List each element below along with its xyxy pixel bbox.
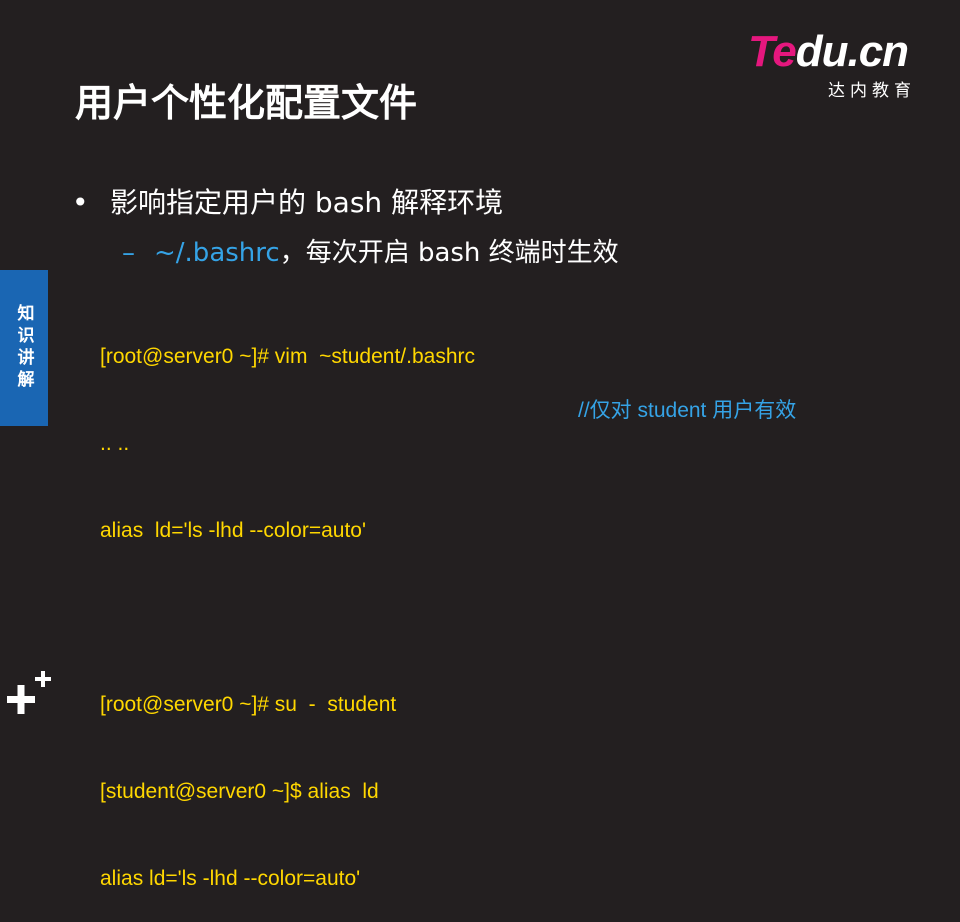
code-line: alias ld='ls -lhd --color=auto' xyxy=(100,867,361,890)
code-line: [root@server0 ~]# su - student xyxy=(100,693,397,716)
logo-wordmark-du: du.cn xyxy=(795,27,909,76)
logo-wordmark-te: Te xyxy=(748,27,797,76)
code-line: [student@server0 ~]$ alias ld xyxy=(100,780,379,803)
code-comment: //仅对 student 用户有效 xyxy=(578,399,797,422)
code-line: .. .. xyxy=(100,432,130,455)
logo-subtitle: 达内教育 xyxy=(828,81,916,101)
tedu-logo: Tedu.cn 达内教育 xyxy=(748,27,928,102)
code-line: [root@server0 ~]# vim ~student/.bashrc xyxy=(100,345,475,368)
code-line: alias ld='ls -lhd --color=auto' xyxy=(100,519,366,542)
sub-bullet-item: – ~/.bashrc，每次开启 bash 终端时生效 xyxy=(122,232,619,269)
sub-bullet-text: ，每次开启 bash 终端时生效 xyxy=(279,238,619,268)
code-block: [root@server0 ~]# vim ~student/.bashrc .… xyxy=(100,284,475,922)
bashrc-path: ~/.bashrc xyxy=(154,238,280,268)
side-tab: 知识讲解 xyxy=(0,270,48,426)
plus-icon xyxy=(5,668,55,716)
bullet-item-1: • 影响指定用户的 bash 解释环境 xyxy=(72,181,503,221)
slide-title: 用户个性化配置文件 xyxy=(75,81,418,125)
bullet-1-text: 影响指定用户的 bash 解释环境 xyxy=(110,186,504,219)
logo-wordmark: Tedu.cn xyxy=(748,27,909,76)
side-tab-label: 知识讲解 xyxy=(13,304,34,392)
dash-icon: – xyxy=(122,238,135,268)
bullet-dot-icon: • xyxy=(72,186,89,219)
